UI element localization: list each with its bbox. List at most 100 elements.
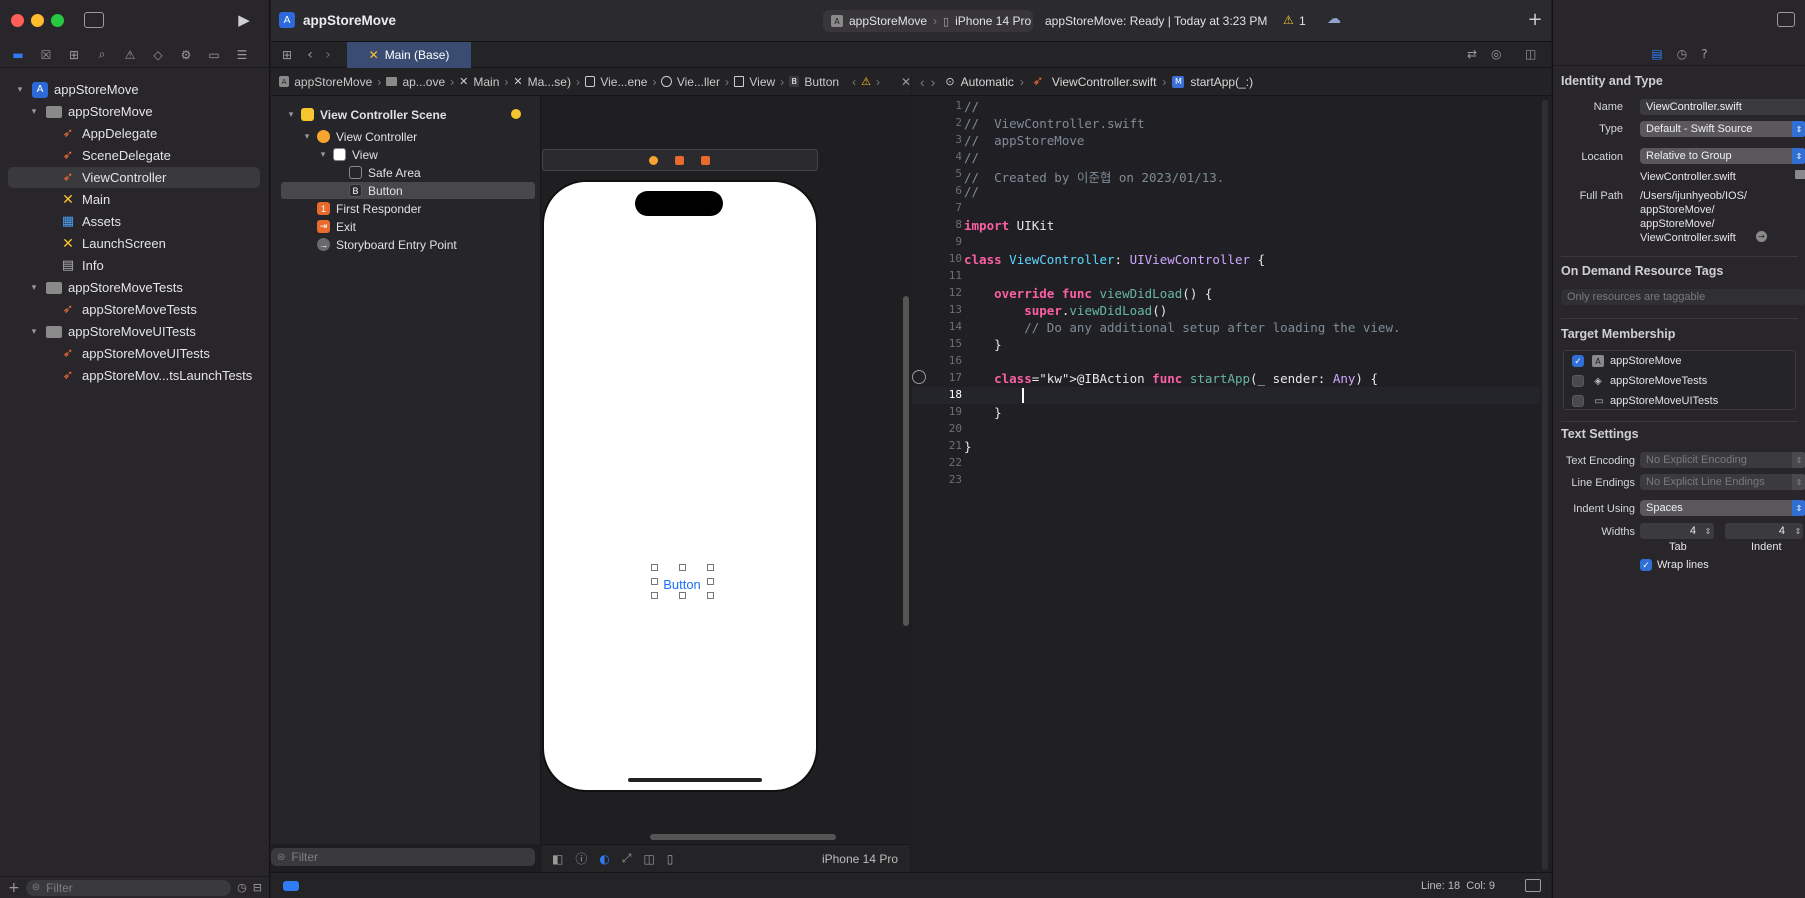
add-tab-icon[interactable]: + <box>1525 9 1545 30</box>
add-icon[interactable]: + <box>8 880 20 896</box>
ibaction-connection-icon[interactable] <box>912 370 926 384</box>
search-icon[interactable]: ⌕ <box>90 45 114 65</box>
orientation-icon[interactable]: ⤢ <box>622 851 632 866</box>
exit-dock-icon[interactable] <box>701 156 710 165</box>
resize-handle[interactable] <box>651 578 658 585</box>
outline-filter-field[interactable]: ⊜ Filter <box>271 848 535 868</box>
wrap-lines-checkbox[interactable]: ✓ <box>1640 559 1652 571</box>
jump-item-button[interactable]: Button <box>804 75 839 89</box>
navigator-item[interactable]: ▾ appStoreMove <box>8 101 260 122</box>
forward-icon[interactable]: › <box>321 46 335 64</box>
chevron-right-icon[interactable]: › <box>876 75 880 89</box>
navigator-item[interactable]: ▾ appStoreMoveTests <box>8 277 260 298</box>
outline-item-first-responder[interactable]: 1 First Responder <box>317 200 421 217</box>
disclosure-icon[interactable]: ▾ <box>317 149 329 160</box>
outline-item-exit[interactable]: ⇥ Exit <box>317 218 356 235</box>
target-checkbox[interactable]: ✓ <box>1572 355 1584 367</box>
odr-tags-field[interactable]: Only resources are taggable <box>1561 289 1805 305</box>
run-icon[interactable]: ▶ <box>234 10 254 30</box>
chevron-left-icon[interactable]: ‹ <box>852 75 856 89</box>
history-inspector-icon[interactable]: ◷ <box>1677 47 1687 61</box>
disclosure-icon[interactable]: ▾ <box>28 282 40 293</box>
disclosure-icon[interactable]: ▾ <box>285 109 297 120</box>
warning-icon[interactable]: ⚠ <box>861 75 871 88</box>
source-control-icon[interactable]: ☒ <box>34 45 58 65</box>
encoding-popup[interactable]: No Explicit Encoding ⇕ <box>1640 452 1805 468</box>
zoom-window-button[interactable] <box>51 14 64 27</box>
file-inspector-icon[interactable]: ▤ <box>1651 47 1662 61</box>
canvas-device-label[interactable]: iPhone 14 Pro <box>822 852 898 866</box>
navigator-item[interactable]: ➶ ViewController <box>8 167 260 188</box>
outline-item-scene[interactable]: ▾ View Controller Scene <box>285 106 447 123</box>
code-line[interactable]: super.viewDidLoad() <box>964 303 1167 318</box>
reveal-in-finder-icon[interactable]: → <box>1756 231 1767 242</box>
jump-item-folder[interactable]: ap...ove <box>402 75 445 89</box>
resize-handle[interactable] <box>707 592 714 599</box>
name-field[interactable]: ViewController.swift <box>1640 99 1805 115</box>
canvas-horizontal-scrollbar[interactable] <box>650 834 836 840</box>
debug-area-toggle-icon[interactable] <box>283 881 299 891</box>
jump-item-file[interactable]: ViewController.swift <box>1052 75 1156 89</box>
navigator-item[interactable]: ➶ appStoreMov...tsLaunchTests <box>8 365 260 386</box>
code-line[interactable]: // <box>964 150 979 165</box>
report-icon[interactable]: ☰ <box>230 45 254 65</box>
assistant-icon[interactable]: ◎ <box>1491 47 1501 61</box>
navigator-item[interactable]: ➶ appStoreMoveUITests <box>8 343 260 364</box>
scheme-device[interactable]: iPhone 14 Pro <box>955 14 1031 28</box>
outline-filter-input[interactable]: ⊜ Filter <box>271 848 535 866</box>
cloud-icon[interactable]: ☁ <box>1325 11 1343 27</box>
navigator-item[interactable]: ➶ AppDelegate <box>8 123 260 144</box>
indent-width-field[interactable]: 4 <box>1725 523 1803 539</box>
resize-handle[interactable] <box>679 564 686 571</box>
tab-main-base[interactable]: ✕ Main (Base) <box>347 42 471 68</box>
code-line[interactable] <box>964 388 1024 403</box>
inspector-toggle-icon[interactable] <box>1777 12 1795 27</box>
grid-icon[interactable]: ⊞ <box>279 47 295 63</box>
breakpoint-icon[interactable]: ▭ <box>202 45 226 65</box>
resize-handle[interactable] <box>707 564 714 571</box>
jump-item-automatic[interactable]: Automatic <box>961 75 1014 89</box>
jump-item-main[interactable]: Main <box>473 75 499 89</box>
warning-count[interactable]: 1 <box>1299 14 1306 28</box>
outline-item-view-controller[interactable]: ▾ View Controller <box>301 128 417 145</box>
layout-icon[interactable]: ◫ <box>643 852 654 866</box>
swap-icon[interactable]: ⇄ <box>1467 47 1477 61</box>
sidebar-toggle-icon[interactable] <box>84 12 104 28</box>
close-icon[interactable]: ✕ <box>901 75 911 89</box>
type-popup[interactable]: Default - Swift Source ⇕ <box>1640 121 1805 137</box>
folder-icon[interactable] <box>1795 170 1805 179</box>
symbol-hierarchy-icon[interactable]: ⊞ <box>62 45 86 65</box>
debug-area-icon[interactable] <box>1525 879 1541 892</box>
recent-files-icon[interactable]: ◷ <box>237 881 247 894</box>
disclosure-icon[interactable]: ▾ <box>28 106 40 117</box>
resize-handle[interactable] <box>707 578 714 585</box>
stepper-icon[interactable]: ⇕ <box>1793 523 1803 539</box>
scheme-selector[interactable]: A appStoreMove › ▯ iPhone 14 Pro <box>823 10 1033 32</box>
outline-toggle-icon[interactable]: ◧ <box>552 852 563 866</box>
source-editor[interactable]: 1 2 3 4 5 6 7 8 9 10 11 12 13 14 15 16 17 18 19 20 21 22 23 //… <box>912 96 1551 872</box>
code-line[interactable]: class="kw">@IBAction func startApp(_ sen… <box>964 371 1378 386</box>
code-line[interactable]: // appStoreMove <box>964 133 1084 148</box>
editor-scrollbar[interactable] <box>1542 100 1548 870</box>
code-line[interactable]: // Created by 이준협 on 2023/01/13. <box>964 167 1224 186</box>
back-icon[interactable]: ‹ <box>920 74 925 90</box>
code-line[interactable]: } <box>964 439 972 454</box>
code-line[interactable]: import UIKit <box>964 218 1054 233</box>
target-checkbox[interactable] <box>1572 395 1584 407</box>
warning-badge[interactable] <box>511 109 521 119</box>
navigator-item[interactable]: ➶ SceneDelegate <box>8 145 260 166</box>
disclosure-icon[interactable]: ▾ <box>14 84 26 95</box>
code-line[interactable]: override func viewDidLoad() { <box>964 286 1212 301</box>
help-inspector-icon[interactable]: ? <box>1701 47 1707 61</box>
jump-item-view[interactable]: View <box>749 75 775 89</box>
resize-handle[interactable] <box>651 564 658 571</box>
indent-using-popup[interactable]: Spaces ⇕ <box>1640 500 1805 516</box>
forward-icon[interactable]: › <box>931 74 936 90</box>
filter-options-icon[interactable]: ⊟ <box>253 881 262 894</box>
outline-item-safe-area[interactable]: Safe Area <box>349 164 421 181</box>
code-line[interactable]: // Do any additional setup after loading… <box>964 320 1400 335</box>
navigator-item[interactable]: ▾ AappStoreMove <box>8 79 260 100</box>
canvas-vertical-scrollbar[interactable] <box>903 296 909 626</box>
outline-item-button[interactable]: B Button <box>281 182 535 199</box>
interface-builder-canvas[interactable]: Button <box>542 96 910 844</box>
